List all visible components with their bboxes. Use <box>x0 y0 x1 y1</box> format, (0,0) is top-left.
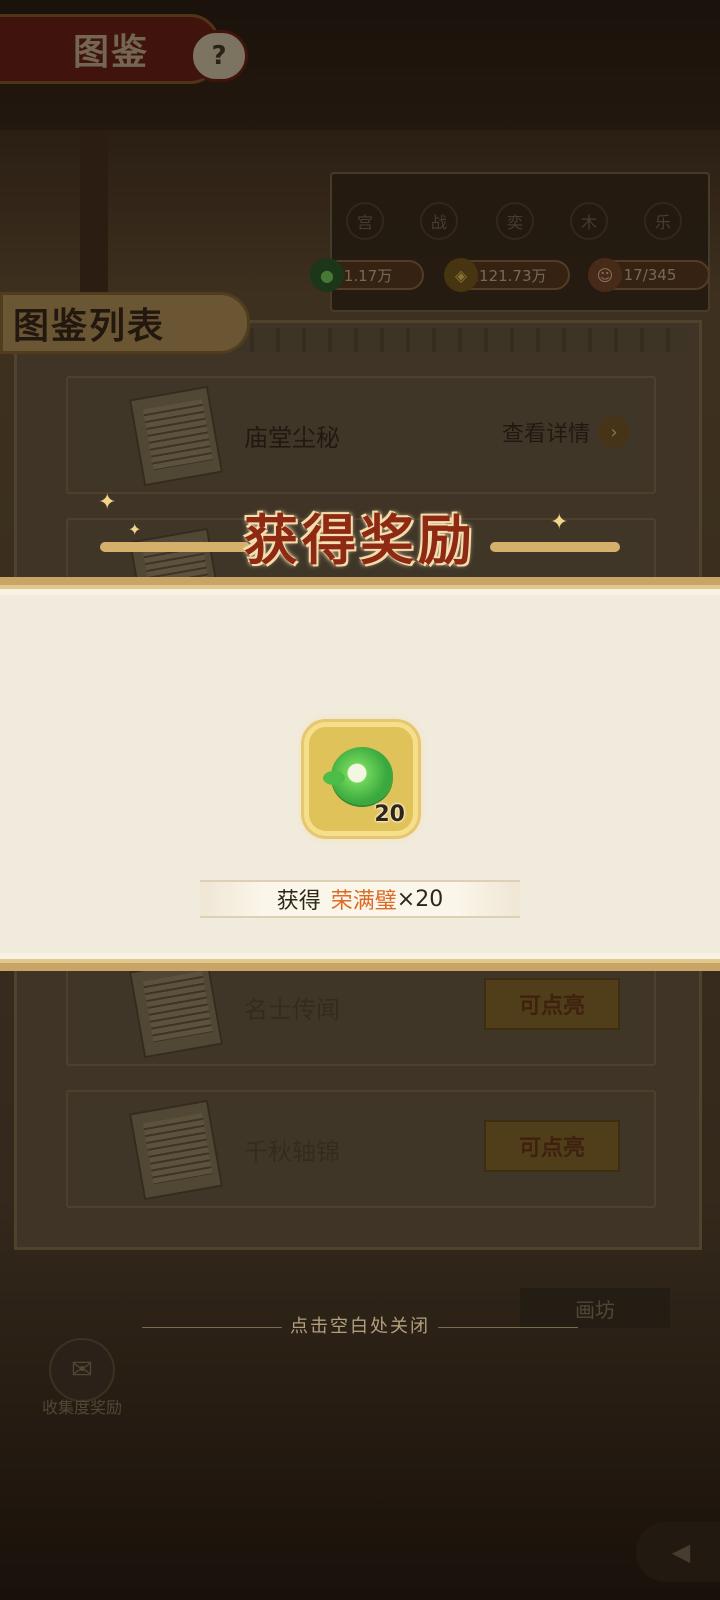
reward-caption: 获得 荣满璧 ×20 <box>200 880 520 918</box>
close-hint: 点击空白处关闭 <box>0 1312 720 1338</box>
caption-prefix: 获得 <box>276 889 321 914</box>
reward-title-banner: ✦ ✦ ✦ 获得奖励 <box>90 490 630 590</box>
reward-item-qty: ×20 <box>396 886 444 912</box>
jade-disc-tail <box>323 771 345 785</box>
item-count: 20 <box>374 802 405 827</box>
reward-item-name: 荣满璧 <box>330 889 397 914</box>
reward-title: 获得奖励 <box>244 509 476 572</box>
reward-item-slot[interactable]: 20 <box>304 722 418 836</box>
